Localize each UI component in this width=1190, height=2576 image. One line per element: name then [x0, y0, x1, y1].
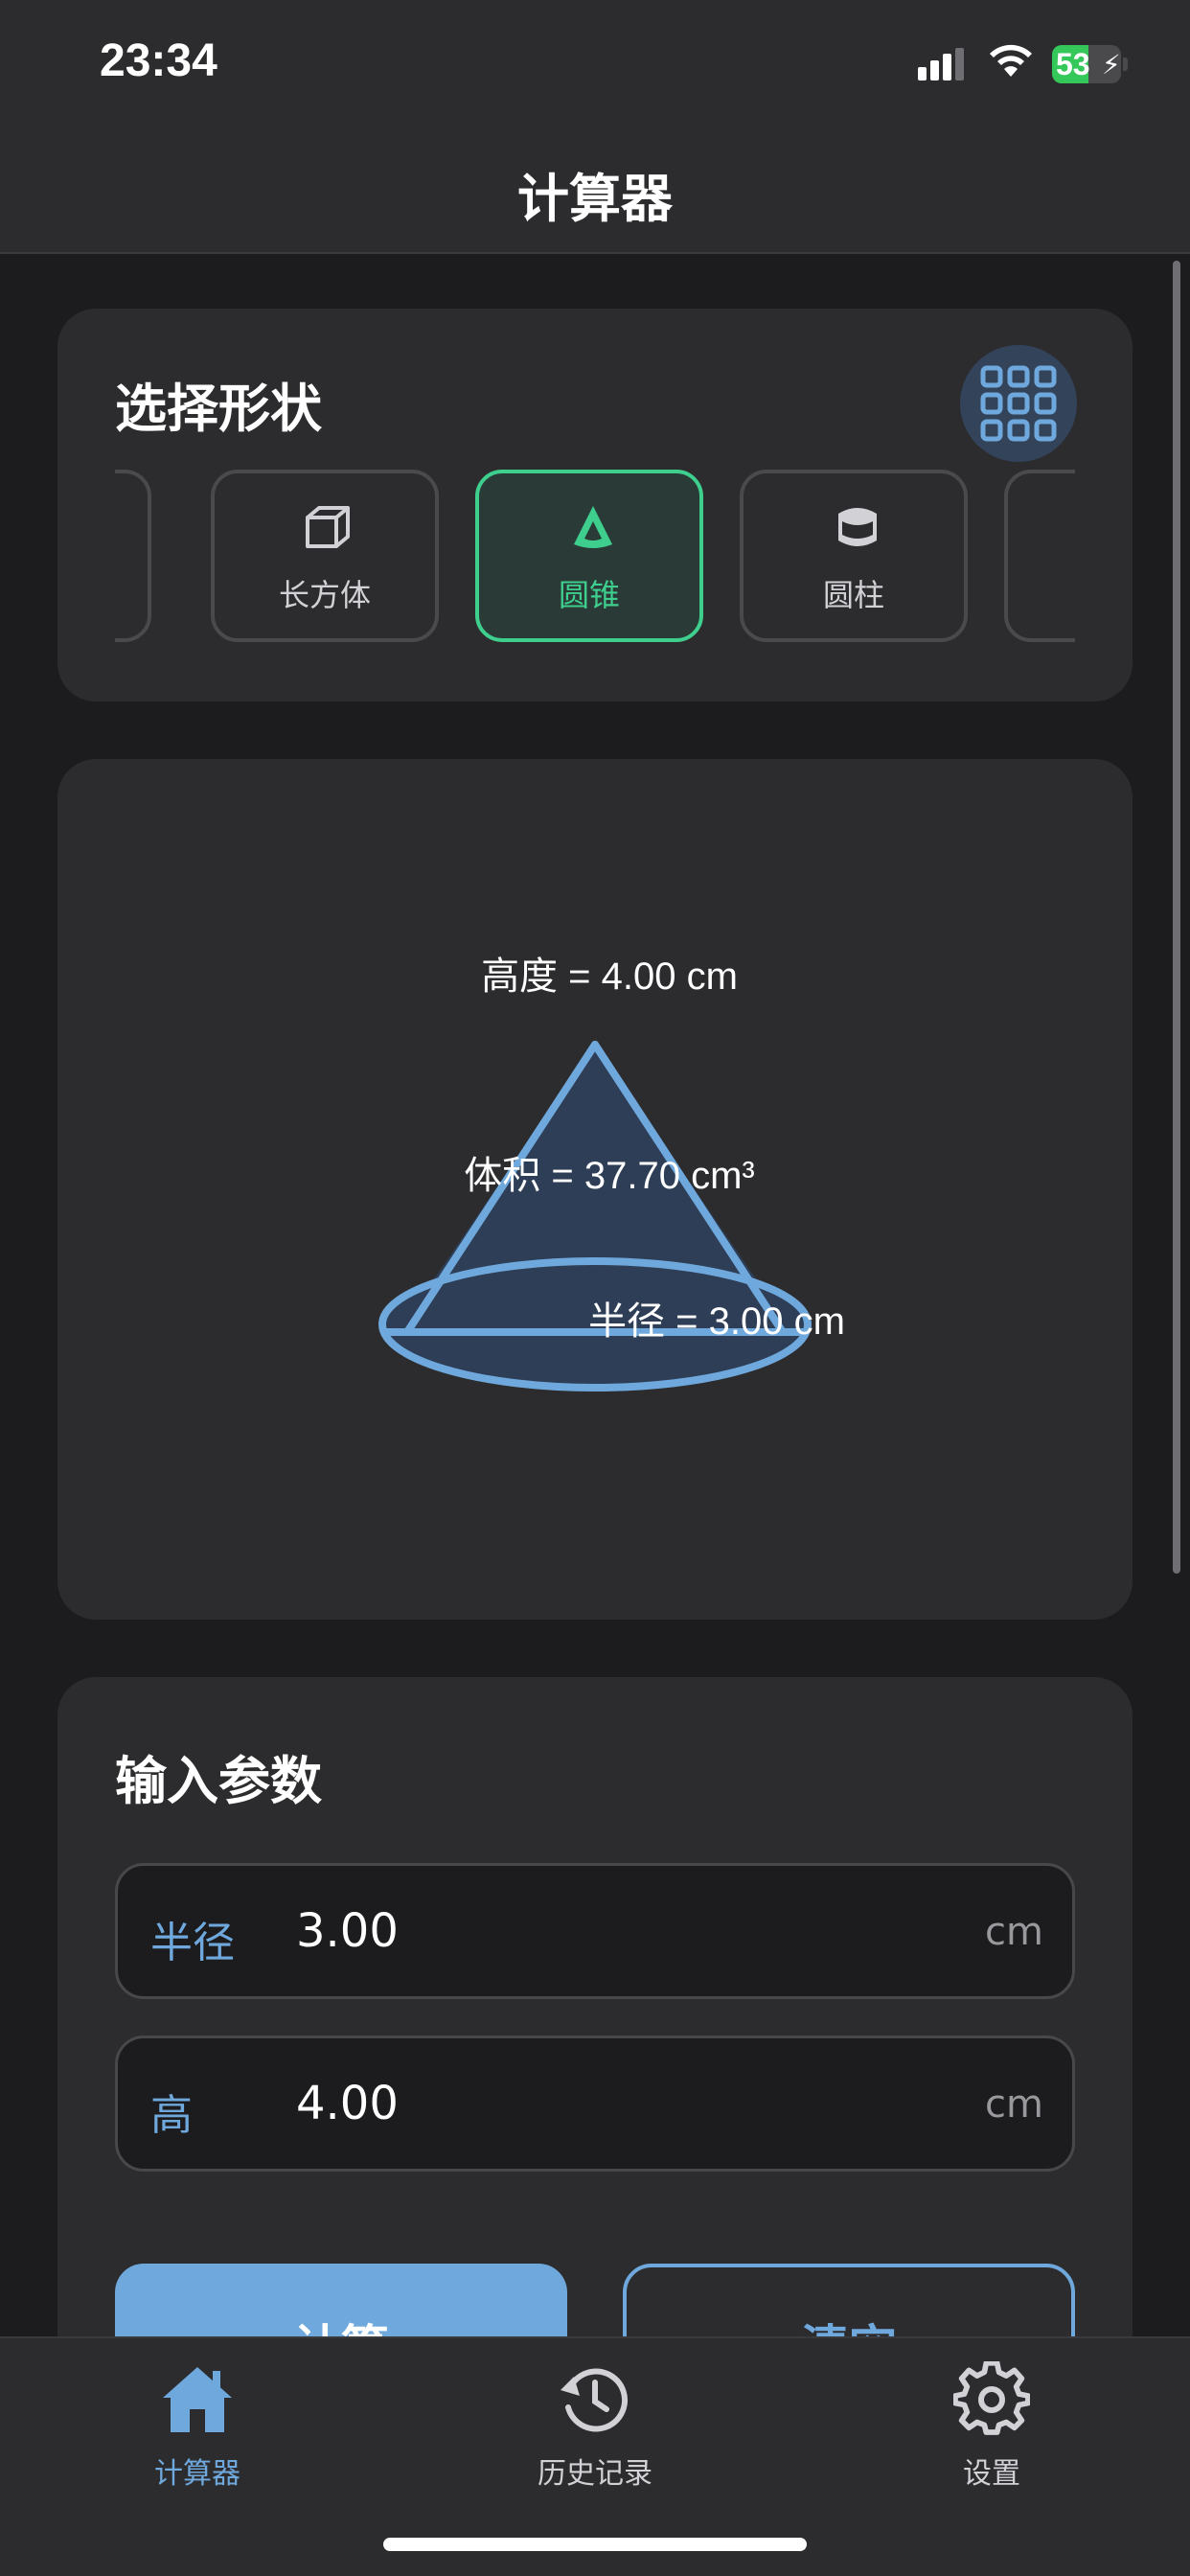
cone-diagram: 高度 = 4.00 cm 体积 = 37.70 cm³ 半径 = 3.00 cm	[378, 955, 845, 1392]
cuboid-icon	[306, 506, 350, 548]
input-section-title: 输入参数	[115, 1751, 322, 1811]
status-time: 23:34	[100, 35, 217, 86]
shape-label: 圆锥	[558, 577, 620, 613]
radius-label: 半径 = 3.00 cm	[588, 1300, 845, 1343]
shape-label: 长方体	[278, 577, 371, 613]
tab-settings[interactable]: 设置	[886, 2354, 1097, 2507]
status-bar: 23:34 53 ⚡	[0, 0, 1190, 129]
height-field[interactable]: 高 4.00 cm	[115, 2036, 1075, 2172]
shape-option-partial-left[interactable]	[115, 470, 151, 642]
tab-label: 历史记录	[538, 2457, 652, 2491]
battery-percent: 53	[1056, 47, 1090, 81]
grid-icon	[980, 365, 1057, 442]
shape-grid-button[interactable]	[960, 345, 1077, 462]
height-input[interactable]: 4.00	[296, 2077, 871, 2130]
shape-option-cone[interactable]: 圆锥	[475, 470, 703, 642]
radius-field[interactable]: 半径 3.00 cm	[115, 1863, 1075, 1999]
shape-select-title: 选择形状	[115, 379, 322, 439]
navigation-bar: 计算器	[0, 129, 1190, 254]
radius-input[interactable]: 3.00	[296, 1904, 871, 1958]
shape-visualization-card: 高度 = 4.00 cm 体积 = 37.70 cm³ 半径 = 3.00 cm	[57, 759, 1133, 1620]
shape-label: 圆柱	[822, 577, 884, 613]
height-label: 高度 = 4.00 cm	[481, 955, 738, 998]
gear-icon	[953, 2361, 1030, 2435]
shape-option-cuboid[interactable]: 长方体	[211, 470, 439, 642]
home-icon	[163, 2367, 232, 2432]
height-unit: cm	[985, 2082, 1043, 2127]
home-indicator[interactable]	[383, 2538, 807, 2551]
height-field-label: 高	[150, 2091, 193, 2140]
cellular-signal-icon	[918, 48, 964, 80]
radius-unit: cm	[985, 1910, 1043, 1954]
tab-label: 设置	[963, 2457, 1020, 2491]
cone-icon	[574, 506, 612, 548]
shape-option-cylinder[interactable]: 圆柱	[740, 470, 968, 642]
tab-label: 计算器	[154, 2457, 240, 2491]
scrollbar[interactable]	[1173, 261, 1180, 1574]
tab-calculator[interactable]: 计算器	[92, 2354, 303, 2507]
calculator-screen: 23:34 53 ⚡ 计算器 选择形状 长方体 圆锥 圆柱 高度 = 4.00 …	[0, 0, 1190, 2576]
radius-field-label: 半径	[150, 1919, 235, 1967]
shape-carousel[interactable]: 长方体 圆锥 圆柱	[115, 470, 1075, 646]
history-icon	[561, 2368, 629, 2432]
tab-history[interactable]: 历史记录	[490, 2354, 700, 2507]
battery-icon: 53 ⚡	[1052, 45, 1128, 83]
shape-select-card: 选择形状 长方体 圆锥 圆柱	[57, 309, 1133, 702]
shape-option-partial-right[interactable]	[1004, 470, 1075, 642]
wifi-icon	[990, 44, 1032, 77]
page-title: 计算器	[517, 169, 673, 229]
volume-label: 体积 = 37.70 cm³	[464, 1155, 754, 1197]
charging-bolt-icon: ⚡	[1102, 49, 1121, 80]
cylinder-icon	[838, 508, 877, 546]
